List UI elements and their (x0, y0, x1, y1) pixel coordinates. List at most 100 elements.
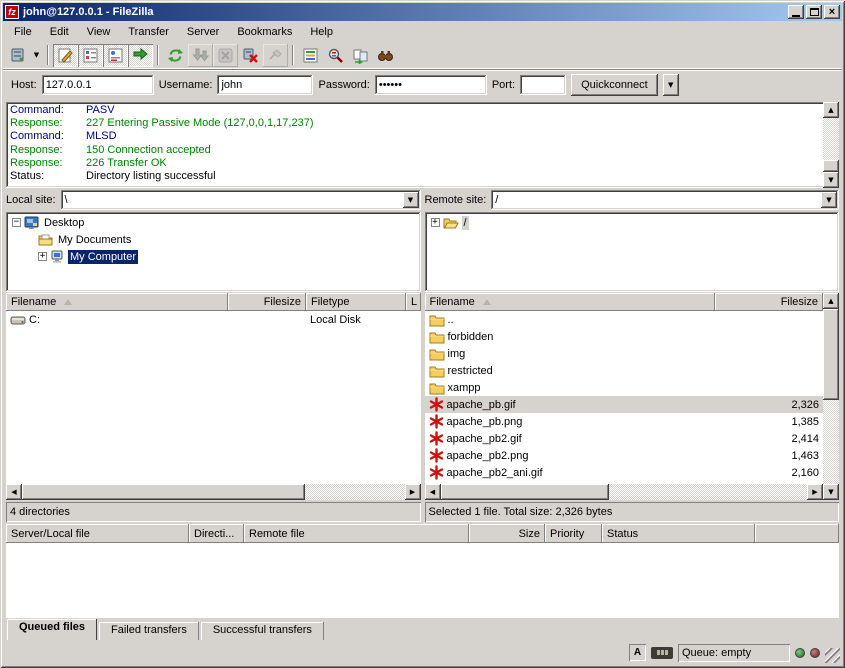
quickconnect-dropdown-button[interactable]: ▼ (663, 74, 679, 96)
expand-plus-icon[interactable]: + (431, 218, 440, 227)
menu-transfer[interactable]: Transfer (119, 23, 178, 41)
column-header-remote-file[interactable]: Remote file (244, 524, 469, 543)
column-header-directi-[interactable]: Directi... (189, 524, 244, 543)
chevron-down-icon[interactable]: ▼ (403, 192, 419, 208)
menu-bookmarks[interactable]: Bookmarks (228, 23, 301, 41)
column-header-size[interactable]: Size (469, 524, 545, 543)
username-input[interactable] (217, 75, 313, 95)
local-file-list: FilenameFilesizeFiletype L C:Local Disk ◀… (6, 293, 421, 500)
log-scroll-thumb[interactable] (823, 160, 839, 172)
remote-file-row[interactable]: forbidden (425, 328, 824, 345)
local-tree-item[interactable]: −Desktop (6, 214, 421, 231)
site-manager-dropdown-button[interactable]: ▼ (30, 44, 43, 67)
column-header-[interactable] (755, 524, 839, 543)
remote-site-combobox[interactable]: / ▼ (491, 190, 839, 210)
toggle-log-button[interactable] (53, 44, 78, 67)
file-name-cell: forbidden (425, 330, 715, 344)
local-site-label: Local site: (6, 194, 56, 206)
collapse-minus-icon[interactable]: − (12, 218, 21, 227)
local-file-row[interactable]: C:Local Disk (6, 311, 421, 328)
log-scrollbar[interactable]: ▲ ▼ (823, 102, 839, 188)
remote-horizontal-scrollbar[interactable]: ◀ ▶ (425, 484, 824, 500)
disconnect-button[interactable] (238, 44, 263, 67)
toggle-queue-button[interactable] (128, 44, 153, 67)
scroll-up-icon[interactable]: ▲ (823, 293, 839, 309)
transfer-type-ascii-icon[interactable]: A (629, 644, 646, 661)
menu-file[interactable]: File (5, 23, 41, 41)
host-input[interactable] (42, 75, 154, 95)
password-input[interactable] (375, 75, 487, 95)
remote-file-row[interactable]: apache_pb.gif2,326 (425, 396, 824, 413)
quickconnect-button[interactable]: Quickconnect (571, 74, 658, 96)
file-name-cell: .. (425, 313, 715, 327)
toggle-local-tree-button[interactable] (78, 44, 103, 67)
remote-directory-tree: +/ (425, 212, 840, 292)
local-tree-item[interactable]: +My Computer (6, 248, 421, 265)
menu-edit[interactable]: Edit (41, 23, 78, 41)
remote-file-row[interactable]: .. (425, 311, 824, 328)
local-horizontal-scrollbar[interactable]: ◀ ▶ (6, 484, 421, 500)
speed-limit-icon[interactable] (651, 647, 673, 659)
toggle-remote-tree-button[interactable] (103, 44, 128, 67)
remote-vscroll-thumb[interactable] (823, 309, 839, 400)
column-header-l[interactable]: L (406, 293, 421, 311)
menu-view[interactable]: View (78, 23, 120, 41)
filter-button[interactable] (298, 44, 323, 67)
remote-vertical-scrollbar[interactable]: ▲ ▼ (823, 293, 839, 500)
maximize-button[interactable] (806, 5, 822, 19)
message-log-lines: Command:PASVResponse:227 Entering Passiv… (6, 102, 823, 188)
scroll-left-icon[interactable]: ◀ (425, 484, 441, 500)
scroll-right-icon[interactable]: ▶ (405, 484, 421, 500)
log-line-text: 150 Connection accepted (86, 144, 211, 157)
compare-button[interactable] (323, 44, 348, 67)
port-input[interactable] (520, 75, 566, 95)
scroll-left-icon[interactable]: ◀ (6, 484, 22, 500)
tab-successful-transfers[interactable]: Successful transfers (201, 622, 324, 640)
process-queue-button (188, 44, 213, 67)
file-size-cell: 1,463 (715, 450, 824, 462)
find-button[interactable] (373, 44, 398, 67)
tab-queued-files[interactable]: Queued files (7, 619, 97, 640)
window-title: john@127.0.0.1 - FileZilla (23, 6, 784, 18)
local-status-text: 4 directories (6, 502, 421, 522)
scroll-down-icon[interactable]: ▼ (823, 484, 839, 500)
column-header-filename[interactable]: Filename (6, 293, 228, 311)
column-header-status[interactable]: Status (602, 524, 755, 543)
column-header-label: L (411, 296, 417, 308)
remote-file-row[interactable]: apache_pb2_ani.gif2,160 (425, 464, 824, 481)
local-hscroll-thumb[interactable] (22, 484, 305, 500)
sync-browsing-button[interactable] (348, 44, 373, 67)
column-header-priority[interactable]: Priority (545, 524, 602, 543)
chevron-down-icon[interactable]: ▼ (821, 192, 837, 208)
close-button[interactable]: × (824, 5, 840, 19)
refresh-button[interactable] (163, 44, 188, 67)
maximize-icon (810, 8, 819, 16)
minimize-button[interactable] (788, 5, 804, 19)
column-header-label: Remote file (249, 528, 305, 540)
remote-file-row[interactable]: apache_pb.png1,385 (425, 413, 824, 430)
remote-hscroll-thumb[interactable] (441, 484, 610, 500)
menu-server[interactable]: Server (178, 23, 228, 41)
tab-failed-transfers[interactable]: Failed transfers (99, 622, 199, 640)
scroll-down-icon[interactable]: ▼ (823, 172, 839, 188)
menu-help[interactable]: Help (301, 23, 342, 41)
site-manager-button[interactable] (5, 44, 30, 67)
find-icon (377, 47, 394, 64)
remote-file-row[interactable]: apache_pb2.gif2,414 (425, 430, 824, 447)
local-tree-item[interactable]: My Documents (6, 231, 421, 248)
column-header-filetype[interactable]: Filetype (306, 293, 406, 311)
scroll-right-icon[interactable]: ▶ (807, 484, 823, 500)
remote-file-row[interactable]: apache_pb2.png1,463 (425, 447, 824, 464)
column-header-filesize[interactable]: Filesize (228, 293, 306, 311)
remote-file-row[interactable]: img (425, 345, 824, 362)
column-header-filename[interactable]: Filename (425, 293, 715, 311)
remote-tree-item[interactable]: +/ (425, 214, 840, 231)
expand-plus-icon[interactable]: + (38, 252, 47, 261)
column-header-filesize[interactable]: Filesize (715, 293, 824, 311)
resize-grip[interactable] (825, 648, 840, 663)
column-header-server-local-file[interactable]: Server/Local file (6, 524, 189, 543)
local-site-combobox[interactable]: \ ▼ (61, 190, 421, 210)
remote-file-row[interactable]: restricted (425, 362, 824, 379)
remote-file-row[interactable]: xampp (425, 379, 824, 396)
scroll-up-icon[interactable]: ▲ (823, 102, 839, 118)
